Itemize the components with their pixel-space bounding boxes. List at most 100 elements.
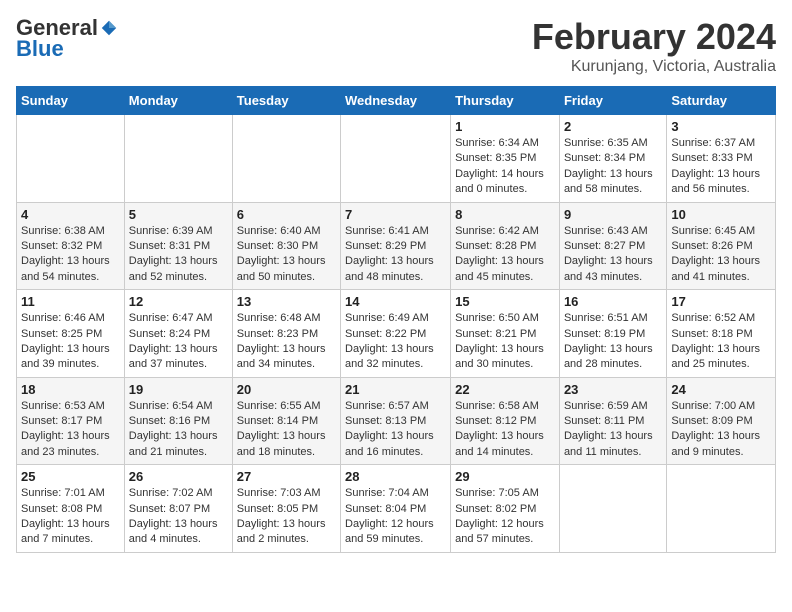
calendar-cell: 10 Sunrise: 6:45 AMSunset: 8:26 PMDaylig… (667, 202, 776, 290)
calendar-cell: 23 Sunrise: 6:59 AMSunset: 8:11 PMDaylig… (559, 377, 666, 465)
calendar-cell: 4 Sunrise: 6:38 AMSunset: 8:32 PMDayligh… (17, 202, 125, 290)
calendar-cell: 11 Sunrise: 6:46 AMSunset: 8:25 PMDaylig… (17, 290, 125, 378)
day-number: 8 (455, 207, 555, 222)
day-info: Sunrise: 6:54 AMSunset: 8:16 PMDaylight:… (129, 400, 218, 458)
calendar-cell: 12 Sunrise: 6:47 AMSunset: 8:24 PMDaylig… (124, 290, 232, 378)
day-number: 2 (564, 119, 662, 134)
day-number: 20 (237, 382, 336, 397)
day-info: Sunrise: 6:35 AMSunset: 8:34 PMDaylight:… (564, 137, 653, 195)
weekday-header: Saturday (667, 87, 776, 115)
calendar-cell: 9 Sunrise: 6:43 AMSunset: 8:27 PMDayligh… (559, 202, 666, 290)
day-number: 11 (21, 294, 120, 309)
logo-icon (100, 19, 118, 37)
day-number: 21 (345, 382, 446, 397)
day-info: Sunrise: 6:41 AMSunset: 8:29 PMDaylight:… (345, 225, 434, 283)
calendar-cell: 19 Sunrise: 6:54 AMSunset: 8:16 PMDaylig… (124, 377, 232, 465)
weekday-header: Sunday (17, 87, 125, 115)
day-number: 9 (564, 207, 662, 222)
day-info: Sunrise: 6:47 AMSunset: 8:24 PMDaylight:… (129, 312, 218, 370)
day-number: 7 (345, 207, 446, 222)
day-number: 4 (21, 207, 120, 222)
calendar-cell (17, 115, 125, 203)
day-info: Sunrise: 6:38 AMSunset: 8:32 PMDaylight:… (21, 225, 110, 283)
day-number: 22 (455, 382, 555, 397)
weekday-header: Thursday (451, 87, 560, 115)
day-info: Sunrise: 6:39 AMSunset: 8:31 PMDaylight:… (129, 225, 218, 283)
day-info: Sunrise: 6:37 AMSunset: 8:33 PMDaylight:… (671, 137, 760, 195)
day-number: 5 (129, 207, 228, 222)
day-info: Sunrise: 6:49 AMSunset: 8:22 PMDaylight:… (345, 312, 434, 370)
calendar-week-row: 11 Sunrise: 6:46 AMSunset: 8:25 PMDaylig… (17, 290, 776, 378)
day-number: 26 (129, 469, 228, 484)
day-number: 17 (671, 294, 771, 309)
day-info: Sunrise: 6:55 AMSunset: 8:14 PMDaylight:… (237, 400, 326, 458)
day-number: 27 (237, 469, 336, 484)
day-info: Sunrise: 6:45 AMSunset: 8:26 PMDaylight:… (671, 225, 760, 283)
weekday-header: Wednesday (341, 87, 451, 115)
logo: General Blue (16, 16, 118, 62)
header-row: SundayMondayTuesdayWednesdayThursdayFrid… (17, 87, 776, 115)
calendar-cell (341, 115, 451, 203)
calendar-cell: 13 Sunrise: 6:48 AMSunset: 8:23 PMDaylig… (232, 290, 340, 378)
calendar-cell: 1 Sunrise: 6:34 AMSunset: 8:35 PMDayligh… (451, 115, 560, 203)
day-info: Sunrise: 6:57 AMSunset: 8:13 PMDaylight:… (345, 400, 434, 458)
weekday-header: Monday (124, 87, 232, 115)
day-info: Sunrise: 6:59 AMSunset: 8:11 PMDaylight:… (564, 400, 653, 458)
calendar-cell: 22 Sunrise: 6:58 AMSunset: 8:12 PMDaylig… (451, 377, 560, 465)
day-number: 13 (237, 294, 336, 309)
calendar-week-row: 1 Sunrise: 6:34 AMSunset: 8:35 PMDayligh… (17, 115, 776, 203)
calendar-cell: 16 Sunrise: 6:51 AMSunset: 8:19 PMDaylig… (559, 290, 666, 378)
day-info: Sunrise: 6:50 AMSunset: 8:21 PMDaylight:… (455, 312, 544, 370)
calendar-week-row: 18 Sunrise: 6:53 AMSunset: 8:17 PMDaylig… (17, 377, 776, 465)
calendar-cell (232, 115, 340, 203)
calendar-cell: 6 Sunrise: 6:40 AMSunset: 8:30 PMDayligh… (232, 202, 340, 290)
day-info: Sunrise: 7:04 AMSunset: 8:04 PMDaylight:… (345, 487, 434, 545)
calendar-cell: 2 Sunrise: 6:35 AMSunset: 8:34 PMDayligh… (559, 115, 666, 203)
calendar-cell: 5 Sunrise: 6:39 AMSunset: 8:31 PMDayligh… (124, 202, 232, 290)
calendar-cell: 25 Sunrise: 7:01 AMSunset: 8:08 PMDaylig… (17, 465, 125, 553)
day-number: 18 (21, 382, 120, 397)
calendar-cell: 8 Sunrise: 6:42 AMSunset: 8:28 PMDayligh… (451, 202, 560, 290)
day-info: Sunrise: 6:48 AMSunset: 8:23 PMDaylight:… (237, 312, 326, 370)
day-number: 3 (671, 119, 771, 134)
day-number: 28 (345, 469, 446, 484)
calendar-cell: 17 Sunrise: 6:52 AMSunset: 8:18 PMDaylig… (667, 290, 776, 378)
day-info: Sunrise: 6:58 AMSunset: 8:12 PMDaylight:… (455, 400, 544, 458)
calendar-cell: 3 Sunrise: 6:37 AMSunset: 8:33 PMDayligh… (667, 115, 776, 203)
subtitle: Kurunjang, Victoria, Australia (532, 58, 776, 76)
calendar-cell: 26 Sunrise: 7:02 AMSunset: 8:07 PMDaylig… (124, 465, 232, 553)
day-number: 29 (455, 469, 555, 484)
calendar-week-row: 4 Sunrise: 6:38 AMSunset: 8:32 PMDayligh… (17, 202, 776, 290)
day-info: Sunrise: 7:02 AMSunset: 8:07 PMDaylight:… (129, 487, 218, 545)
day-info: Sunrise: 7:03 AMSunset: 8:05 PMDaylight:… (237, 487, 326, 545)
day-number: 24 (671, 382, 771, 397)
day-info: Sunrise: 6:51 AMSunset: 8:19 PMDaylight:… (564, 312, 653, 370)
day-number: 10 (671, 207, 771, 222)
calendar-cell: 28 Sunrise: 7:04 AMSunset: 8:04 PMDaylig… (341, 465, 451, 553)
calendar-cell (124, 115, 232, 203)
calendar-cell: 27 Sunrise: 7:03 AMSunset: 8:05 PMDaylig… (232, 465, 340, 553)
calendar-cell (559, 465, 666, 553)
calendar-week-row: 25 Sunrise: 7:01 AMSunset: 8:08 PMDaylig… (17, 465, 776, 553)
day-number: 12 (129, 294, 228, 309)
day-number: 25 (21, 469, 120, 484)
day-info: Sunrise: 6:43 AMSunset: 8:27 PMDaylight:… (564, 225, 653, 283)
day-info: Sunrise: 7:05 AMSunset: 8:02 PMDaylight:… (455, 487, 544, 545)
calendar-cell: 20 Sunrise: 6:55 AMSunset: 8:14 PMDaylig… (232, 377, 340, 465)
weekday-header: Tuesday (232, 87, 340, 115)
calendar-cell: 14 Sunrise: 6:49 AMSunset: 8:22 PMDaylig… (341, 290, 451, 378)
calendar-cell (667, 465, 776, 553)
day-info: Sunrise: 6:46 AMSunset: 8:25 PMDaylight:… (21, 312, 110, 370)
day-info: Sunrise: 7:01 AMSunset: 8:08 PMDaylight:… (21, 487, 110, 545)
weekday-header: Friday (559, 87, 666, 115)
day-info: Sunrise: 6:42 AMSunset: 8:28 PMDaylight:… (455, 225, 544, 283)
day-info: Sunrise: 6:40 AMSunset: 8:30 PMDaylight:… (237, 225, 326, 283)
calendar-cell: 18 Sunrise: 6:53 AMSunset: 8:17 PMDaylig… (17, 377, 125, 465)
day-number: 1 (455, 119, 555, 134)
day-number: 15 (455, 294, 555, 309)
main-title: February 2024 (532, 16, 776, 58)
calendar-cell: 21 Sunrise: 6:57 AMSunset: 8:13 PMDaylig… (341, 377, 451, 465)
day-number: 19 (129, 382, 228, 397)
day-number: 6 (237, 207, 336, 222)
day-number: 16 (564, 294, 662, 309)
